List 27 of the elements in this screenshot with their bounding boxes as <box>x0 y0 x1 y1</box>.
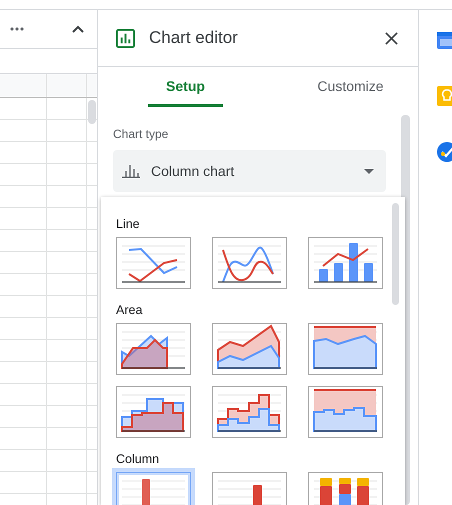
section-heading: Column <box>116 452 160 466</box>
chart-type-option[interactable] <box>308 386 383 438</box>
chart-type-option[interactable] <box>116 386 191 438</box>
chart-type-option[interactable] <box>212 386 287 438</box>
chart-type-option[interactable] <box>116 323 191 375</box>
bar-chart-icon <box>122 164 140 178</box>
chart-type-option[interactable] <box>212 323 287 375</box>
section-heading: Line <box>116 217 141 231</box>
more-icon[interactable] <box>10 27 24 31</box>
calendar-icon[interactable] <box>437 30 452 50</box>
dropdown-arrow-icon <box>364 168 374 174</box>
section-heading: Area <box>116 303 144 317</box>
close-icon[interactable] <box>385 32 398 44</box>
scrollbar-thumb[interactable] <box>392 203 399 305</box>
chart-type-option[interactable] <box>308 237 383 289</box>
checkmark-icon[interactable] <box>437 142 452 162</box>
tab[interactable]: Setup <box>148 67 223 107</box>
chart-type-dropdown[interactable]: Column chart <box>113 150 386 192</box>
field-label: Chart type <box>113 127 170 141</box>
chart-type-option[interactable] <box>116 237 191 289</box>
caret-up-icon[interactable] <box>72 25 84 33</box>
chart-icon <box>116 28 135 48</box>
scrollbar-thumb[interactable] <box>88 100 96 124</box>
panel-title: Chart editor <box>149 28 239 48</box>
chart-type-option[interactable] <box>308 323 383 375</box>
tab[interactable]: Customize <box>313 67 388 107</box>
chart-type-option[interactable] <box>212 237 287 289</box>
